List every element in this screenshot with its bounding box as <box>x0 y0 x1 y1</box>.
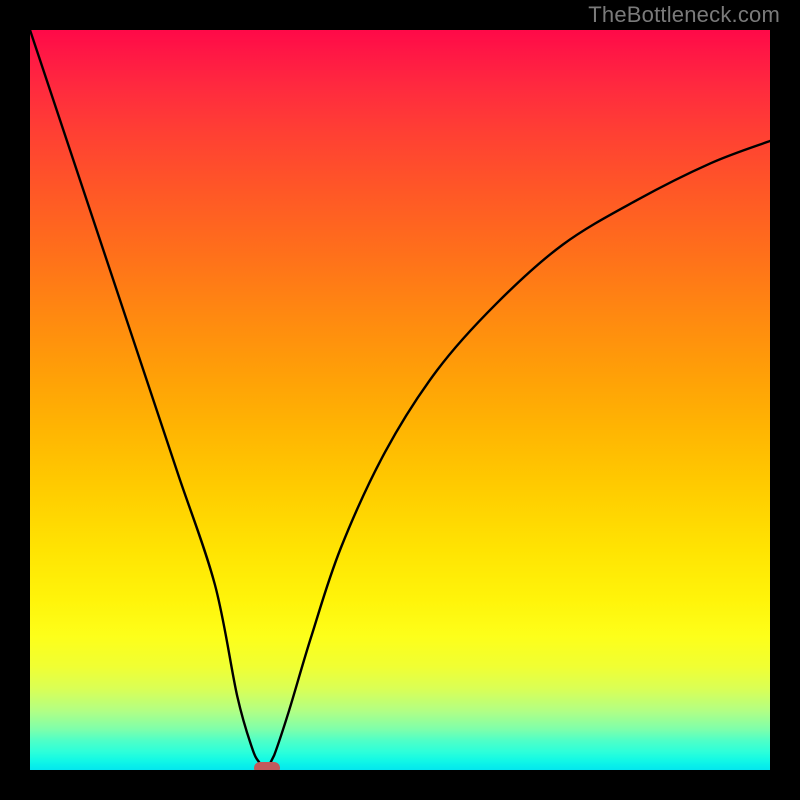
chart-outer: TheBottleneck.com <box>0 0 800 800</box>
plot-area <box>30 30 770 770</box>
minimum-marker <box>254 762 280 770</box>
watermark-text: TheBottleneck.com <box>588 2 780 28</box>
bottleneck-curve <box>30 30 770 770</box>
